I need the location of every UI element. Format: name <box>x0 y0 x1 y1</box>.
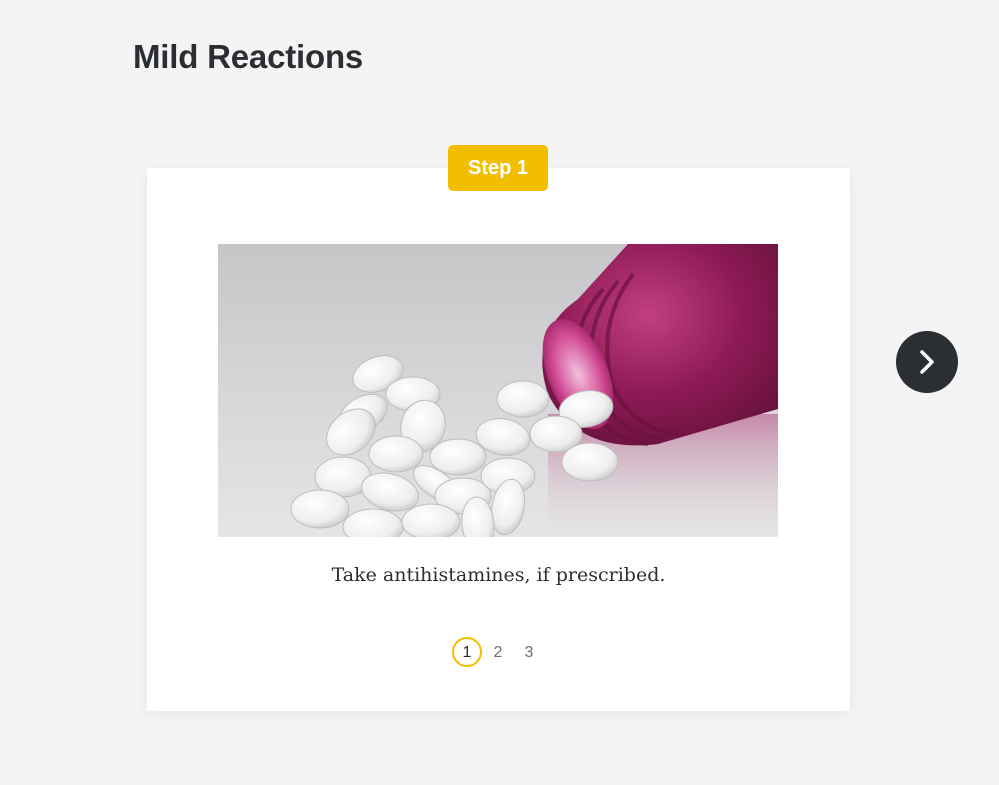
pagination: 1 2 3 <box>452 637 545 667</box>
step-image <box>218 244 778 537</box>
page-dot-2[interactable]: 2 <box>483 637 513 667</box>
page-dot-3[interactable]: 3 <box>514 637 544 667</box>
step-caption: Take antihistamines, if prescribed. <box>331 564 666 586</box>
step-badge: Step 1 <box>448 145 548 191</box>
chevron-right-icon <box>920 350 934 374</box>
next-slide-button[interactable] <box>896 331 958 393</box>
page-title: Mild Reactions <box>133 38 364 75</box>
page-dot-1[interactable]: 1 <box>452 637 482 667</box>
